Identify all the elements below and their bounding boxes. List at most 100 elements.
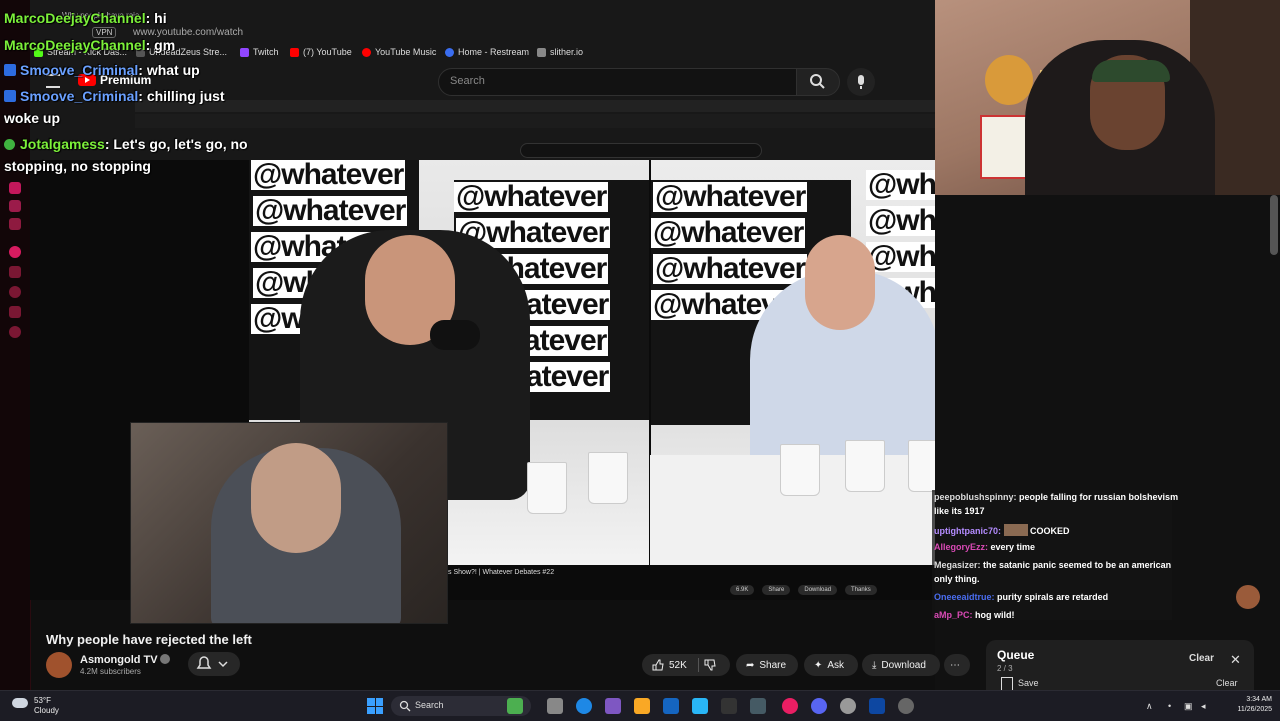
inner-video-caption: s Show?! | Whatever Debates #22 bbox=[448, 569, 555, 576]
watermark-text: @whatever bbox=[253, 194, 408, 227]
badge-icon bbox=[4, 64, 16, 76]
twitch-icon[interactable] bbox=[9, 182, 21, 194]
cup bbox=[527, 462, 567, 514]
mail-icon[interactable] bbox=[692, 698, 708, 714]
wall-poster bbox=[985, 55, 1033, 105]
bell-icon bbox=[196, 656, 228, 669]
mic-icon bbox=[858, 75, 864, 89]
bookmark-item[interactable]: (7) YouTube bbox=[290, 47, 352, 57]
mini-chat-message: Megasizer: the satanic panic seemed to b… bbox=[934, 560, 1172, 570]
restream-icon bbox=[445, 47, 454, 57]
cup bbox=[588, 452, 628, 504]
mic-icon[interactable]: • bbox=[1168, 701, 1171, 711]
tag-icon[interactable] bbox=[9, 306, 21, 318]
avatar[interactable] bbox=[1236, 585, 1260, 609]
x-app-icon[interactable] bbox=[721, 698, 737, 714]
tv-icon[interactable] bbox=[9, 200, 21, 212]
outlook-icon[interactable] bbox=[663, 698, 679, 714]
clock-date[interactable]: 11/26/2025 bbox=[1222, 706, 1272, 713]
emote-icon bbox=[1003, 524, 1028, 536]
mini-chat-message: like its 1917 bbox=[934, 506, 985, 516]
thumbs-down-icon[interactable] bbox=[704, 659, 716, 671]
app-icon[interactable] bbox=[507, 698, 523, 714]
share-icon: ➦ bbox=[746, 659, 755, 671]
mini-chat-message: AllegoryEzz: every time bbox=[934, 542, 1036, 552]
badge-icon bbox=[4, 139, 15, 150]
bookmark-item[interactable]: Twitch bbox=[240, 47, 279, 57]
channel-name[interactable]: Asmongold TV bbox=[80, 654, 158, 666]
scrollbar[interactable] bbox=[1270, 195, 1278, 255]
reactor-webcam-inset bbox=[130, 422, 448, 624]
video-title: Why people have rejected the left bbox=[46, 632, 252, 647]
chrome-icon[interactable] bbox=[840, 698, 856, 714]
history-icon[interactable] bbox=[9, 286, 21, 298]
app-icon[interactable] bbox=[869, 698, 885, 714]
notification-bell-button[interactable] bbox=[188, 652, 240, 676]
close-icon[interactable]: ✕ bbox=[1230, 652, 1241, 668]
steam-icon[interactable] bbox=[750, 698, 766, 714]
network-icon[interactable]: ▣ bbox=[1184, 701, 1193, 712]
bookmark-icon[interactable] bbox=[1001, 677, 1013, 690]
ask-button[interactable]: ✦ Ask bbox=[804, 654, 858, 676]
edge-icon[interactable] bbox=[576, 698, 592, 714]
mini-chat-message: peepoblushspinny: people falling for rus… bbox=[934, 492, 1179, 502]
channel-avatar[interactable] bbox=[46, 652, 72, 678]
inner-download: Download bbox=[798, 585, 838, 595]
chat-message: Jotalgamess: Let's go, let's go, no bbox=[4, 136, 248, 152]
youtube-icon bbox=[290, 47, 299, 57]
inner-action-row: 6.9K Share Download Thanks bbox=[730, 585, 877, 595]
download-button[interactable]: ⤓ Download bbox=[862, 654, 940, 676]
weather-description[interactable]: Cloudy bbox=[34, 706, 59, 715]
bookmark-item[interactable]: Home - Restream bbox=[445, 47, 529, 57]
search-icon bbox=[399, 700, 411, 712]
settings-icon[interactable] bbox=[9, 326, 21, 338]
youtube-music-icon bbox=[362, 47, 371, 57]
inner-search-box bbox=[520, 143, 762, 158]
watermark-text: @whatever bbox=[653, 180, 808, 213]
search-input[interactable]: Search bbox=[438, 68, 798, 96]
mini-chat-message: Oneeeaidtrue: purity spirals are retarde… bbox=[934, 592, 1109, 602]
weather-temperature[interactable]: 53°F bbox=[34, 696, 51, 705]
settings-icon[interactable] bbox=[898, 698, 914, 714]
discord-icon[interactable] bbox=[811, 698, 827, 714]
chat-message: Smoove_Criminal: what up bbox=[4, 62, 200, 78]
clock-time[interactable]: 3:34 AM bbox=[1232, 696, 1272, 703]
share-button[interactable]: ➦ Share bbox=[736, 654, 798, 676]
folder-icon[interactable] bbox=[9, 266, 21, 278]
chevron-up-icon[interactable]: ∧ bbox=[1146, 701, 1153, 712]
cloud-icon[interactable] bbox=[12, 698, 28, 708]
more-actions-button[interactable]: ⋯ bbox=[944, 654, 970, 676]
thumbs-up-icon bbox=[652, 659, 664, 671]
mini-chat-message: uptightpanic70: COOKED bbox=[934, 524, 1070, 536]
search-button[interactable] bbox=[796, 68, 840, 96]
verified-icon bbox=[160, 654, 170, 664]
watermark-text: @whatever bbox=[866, 170, 935, 200]
chat-message-continued: woke up bbox=[4, 110, 61, 126]
start-button[interactable] bbox=[367, 698, 383, 714]
subscriber-count: 4.2M subscribers bbox=[80, 667, 141, 676]
queue-clear-button[interactable]: Clear bbox=[1189, 653, 1214, 664]
chat-message-continued: stopping, no stopping bbox=[4, 158, 151, 174]
mini-chat-message: aMp_PC: hog wild! bbox=[934, 610, 1015, 620]
queue-save-button[interactable]: Save bbox=[1018, 678, 1039, 688]
streamer-hat bbox=[1092, 60, 1170, 82]
queue-clear-button-secondary[interactable]: Clear bbox=[1216, 678, 1238, 688]
inner-browser-tabs bbox=[135, 100, 935, 112]
recording-app-icon[interactable] bbox=[782, 698, 798, 714]
watermark-text: @whatever bbox=[866, 206, 935, 236]
volume-icon[interactable]: ◂ bbox=[1201, 701, 1206, 712]
inner-like-count: 6.9K bbox=[730, 585, 755, 595]
task-view-icon[interactable] bbox=[547, 698, 563, 714]
youtube-icon[interactable] bbox=[9, 246, 21, 258]
mini-chat-message: only thing. bbox=[934, 574, 980, 584]
bookmark-item[interactable]: slither.io bbox=[537, 47, 583, 57]
copilot-icon[interactable] bbox=[605, 698, 621, 714]
microphone bbox=[430, 320, 480, 350]
chat-message: Smoove_Criminal: chilling just bbox=[4, 88, 225, 104]
like-button[interactable]: 52K bbox=[642, 654, 730, 676]
mic-button[interactable] bbox=[847, 68, 875, 96]
taskbar-search-label: Search bbox=[415, 700, 444, 710]
file-explorer-icon[interactable] bbox=[634, 698, 650, 714]
x-icon[interactable] bbox=[9, 218, 21, 230]
bookmark-item[interactable]: YouTube Music bbox=[362, 47, 436, 57]
